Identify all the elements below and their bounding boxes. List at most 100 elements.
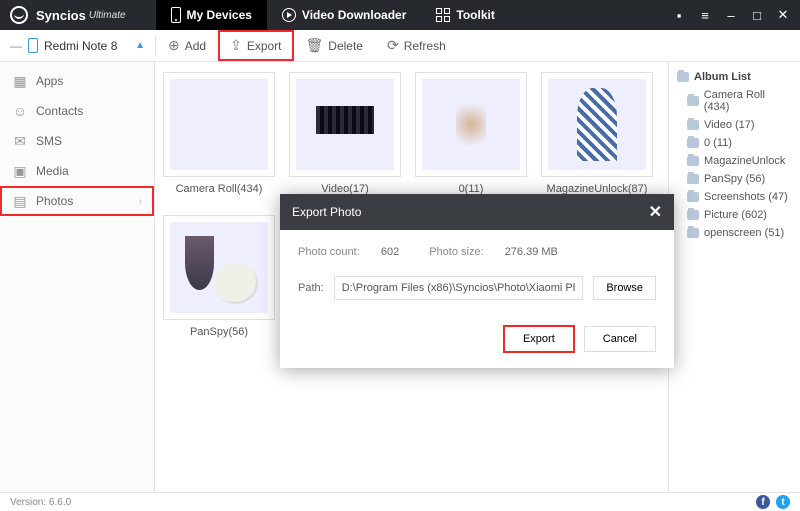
chevron-right-icon: › — [139, 196, 142, 207]
album-item[interactable]: openscreen (51) — [669, 224, 800, 242]
tab-video-downloader[interactable]: Video Downloader — [267, 0, 421, 30]
delete-button[interactable]: 🗑 Delete — [294, 30, 375, 61]
sidebar-item-sms[interactable]: ✉ SMS — [0, 126, 154, 156]
btn-label: Delete — [328, 39, 363, 53]
album-item[interactable]: Screenshots (47) — [669, 188, 800, 206]
chevron-up-icon: ▲ — [135, 40, 145, 51]
add-icon: ⊕ — [168, 37, 180, 54]
top-nav-tabs: My Devices Video Downloader Toolkit — [156, 0, 510, 30]
dialog-close-icon[interactable]: ✕ — [649, 202, 662, 222]
sms-icon: ✉ — [12, 133, 28, 149]
album-item[interactable]: PanSpy (56) — [669, 170, 800, 188]
thumbnail — [163, 215, 275, 320]
tab-label: Toolkit — [456, 8, 494, 22]
sidebar-item-contacts[interactable]: ☺ Contacts — [0, 96, 154, 126]
album-list-header: Album List — [669, 68, 800, 86]
dialog-export-button[interactable]: Export — [504, 326, 574, 352]
dialog-footer: Export Cancel — [280, 316, 674, 368]
export-button[interactable]: ⇪ Export — [218, 30, 293, 61]
size-value: 276.39 MB — [505, 246, 558, 258]
album-item[interactable]: Video (17) — [669, 116, 800, 134]
grid-row: Camera Roll(434) Video(17) 0(11) Magazin… — [163, 72, 660, 195]
sidebar-item-media[interactable]: ▣ Media — [0, 156, 154, 186]
device-picker[interactable]: — Redmi Note 8 ▲ — [0, 30, 155, 61]
version-label: Version: 6.6.0 — [10, 497, 71, 508]
album-magazine[interactable]: MagazineUnlock(87) — [541, 72, 653, 195]
add-button[interactable]: ⊕ Add — [156, 30, 218, 61]
feedback-icon[interactable]: ▪ — [672, 8, 686, 23]
minimize-icon[interactable]: – — [724, 8, 738, 23]
folder-icon — [687, 192, 699, 202]
album-label: MagazineUnlock — [704, 155, 785, 167]
thumbnail — [541, 72, 653, 177]
folder-icon — [687, 210, 699, 220]
titlebar: Syncios Ultimate My Devices Video Downlo… — [0, 0, 800, 30]
tab-label: Video Downloader — [302, 8, 406, 22]
social-links: f t — [756, 495, 790, 509]
folder-icon — [687, 138, 699, 148]
album-video[interactable]: Video(17) — [289, 72, 401, 195]
path-label: Path: — [298, 282, 324, 294]
refresh-button[interactable]: ⟳ Refresh — [375, 30, 458, 61]
album-label: Camera Roll (434) — [704, 89, 792, 113]
album-label: Picture (602) — [704, 209, 767, 221]
facebook-icon[interactable]: f — [756, 495, 770, 509]
twitter-icon[interactable]: t — [776, 495, 790, 509]
folder-icon — [687, 156, 699, 166]
album-panspy[interactable]: PanSpy(56) — [163, 215, 275, 338]
sidebar-item-apps[interactable]: ▦ Apps — [0, 66, 154, 96]
sidebar-label: SMS — [36, 134, 62, 148]
status-bar: Version: 6.6.0 f t — [0, 492, 800, 511]
btn-label: Refresh — [404, 39, 446, 53]
album-camera-roll[interactable]: Camera Roll(434) — [163, 72, 275, 195]
maximize-icon[interactable]: □ — [750, 8, 764, 23]
sidebar-label: Media — [36, 164, 69, 178]
folder-icon — [687, 120, 699, 130]
thumbnail — [289, 72, 401, 177]
btn-label: Export — [247, 39, 282, 53]
album-label: Video (17) — [704, 119, 755, 131]
album-item[interactable]: Camera Roll (434) — [669, 86, 800, 116]
album-item[interactable]: MagazineUnlock — [669, 152, 800, 170]
photos-icon: ▤ — [12, 193, 28, 209]
btn-label: Add — [185, 39, 206, 53]
menu-icon[interactable]: ≡ — [698, 8, 712, 23]
thumbnail — [415, 72, 527, 177]
count-value: 602 — [381, 246, 399, 258]
export-icon: ⇪ — [230, 37, 242, 54]
photo-size: Photo size: 276.39 MB — [429, 246, 558, 258]
tab-my-devices[interactable]: My Devices — [156, 0, 267, 30]
sidebar-label: Contacts — [36, 104, 83, 118]
app-name: Syncios — [36, 8, 86, 23]
path-row: Path: Browse — [298, 276, 656, 300]
folder-icon — [687, 96, 699, 106]
count-label: Photo count: — [298, 246, 360, 258]
thumb-image — [296, 79, 394, 170]
close-icon[interactable]: ✕ — [776, 7, 790, 23]
size-label: Photo size: — [429, 246, 483, 258]
tab-label: My Devices — [187, 8, 252, 22]
folder-icon — [687, 174, 699, 184]
album-item[interactable]: Picture (602) — [669, 206, 800, 224]
browse-button[interactable]: Browse — [593, 276, 656, 300]
sidebar-item-photos[interactable]: ▤ Photos › — [0, 186, 154, 216]
export-photo-dialog: Export Photo ✕ Photo count: 602 Photo si… — [280, 194, 674, 368]
tab-toolkit[interactable]: Toolkit — [421, 0, 509, 30]
thumb-image — [548, 79, 646, 170]
album-item[interactable]: 0 (11) — [669, 134, 800, 152]
album-zero[interactable]: 0(11) — [415, 72, 527, 195]
dialog-cancel-button[interactable]: Cancel — [584, 326, 656, 352]
album-label: 0 (11) — [704, 137, 732, 149]
path-input[interactable] — [334, 276, 584, 300]
play-icon — [282, 8, 296, 22]
thumb-caption: Camera Roll(434) — [163, 183, 275, 195]
thumbnail — [163, 72, 275, 177]
album-label: Screenshots (47) — [704, 191, 788, 203]
contacts-icon: ☺ — [12, 103, 28, 119]
dialog-titlebar: Export Photo ✕ — [280, 194, 674, 230]
phone-icon — [171, 7, 181, 23]
device-phone-icon — [28, 38, 38, 53]
album-header-label: Album List — [694, 71, 751, 83]
window-controls: ▪ ≡ – □ ✕ — [672, 7, 790, 23]
dialog-title: Export Photo — [292, 205, 361, 219]
